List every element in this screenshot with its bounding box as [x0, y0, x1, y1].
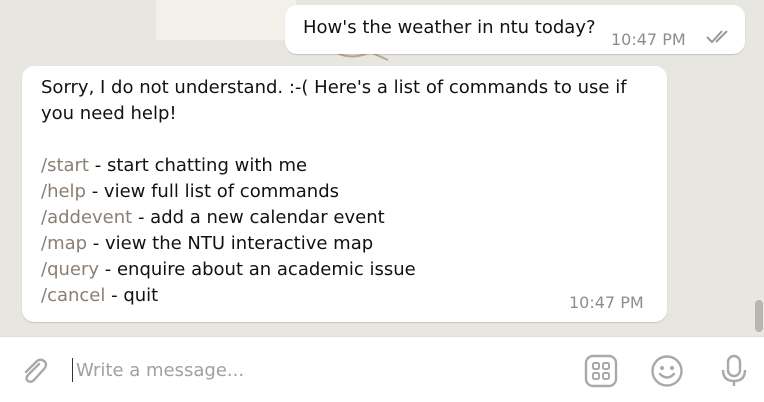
command-item: /cancel - quit: [41, 283, 416, 309]
command-link-start[interactable]: /start: [41, 155, 89, 176]
command-item: /map - view the NTU interactive map: [41, 231, 416, 257]
command-item: /query - enquire about an academic issue: [41, 257, 416, 283]
command-description: - quit: [105, 285, 159, 306]
command-description: - start chatting with me: [89, 155, 308, 176]
chat-history[interactable]: How's the weather in ntu today? 10:47 PM…: [0, 0, 764, 336]
command-link-query[interactable]: /query: [41, 259, 99, 280]
command-description: - add a new calendar event: [132, 207, 385, 228]
double-check-icon: [706, 30, 728, 44]
command-item: /addevent - add a new calendar event: [41, 205, 416, 231]
command-item: /start - start chatting with me: [41, 153, 416, 179]
message-time: 10:47 PM: [611, 30, 686, 49]
command-link-map[interactable]: /map: [41, 233, 87, 254]
command-description: - enquire about an academic issue: [99, 259, 416, 280]
text-caret: [72, 358, 73, 382]
message-input-wrapper: [72, 355, 552, 385]
message-composer: [0, 336, 764, 402]
message-text: Sorry, I do not understand. :-( Here's a…: [41, 77, 627, 124]
message-input[interactable]: [76, 355, 546, 385]
chat-scrollbar[interactable]: [755, 300, 763, 332]
message-text: How's the weather in ntu today?: [303, 17, 596, 38]
bot-commands-icon[interactable]: [584, 354, 618, 388]
wallpaper-pattern: [156, 0, 296, 40]
command-description: - view the NTU interactive map: [87, 233, 374, 254]
command-link-help[interactable]: /help: [41, 181, 86, 202]
message-time: 10:47 PM: [569, 293, 644, 312]
incoming-message[interactable]: Sorry, I do not understand. :-( Here's a…: [22, 66, 667, 322]
command-link-cancel[interactable]: /cancel: [41, 285, 105, 306]
command-description: - view full list of commands: [85, 181, 340, 202]
microphone-icon[interactable]: [717, 354, 751, 388]
emoji-icon[interactable]: [650, 354, 684, 388]
command-item: /help - view full list of commands: [41, 179, 416, 205]
paperclip-icon[interactable]: [18, 355, 50, 387]
command-list: /start - start chatting with me /help - …: [41, 153, 416, 309]
command-link-addevent[interactable]: /addevent: [41, 207, 132, 228]
outgoing-message[interactable]: How's the weather in ntu today? 10:47 PM: [285, 5, 745, 54]
